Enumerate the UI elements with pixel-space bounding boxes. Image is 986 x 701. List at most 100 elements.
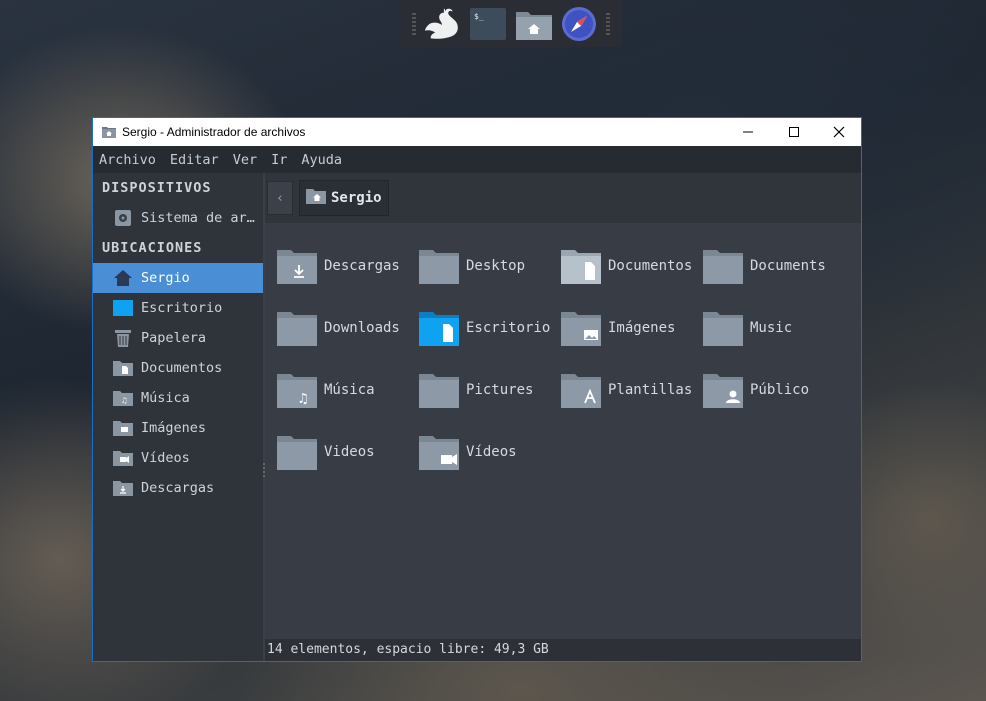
folder-icon [703,310,743,346]
sidebar-item-label: Sistema de ar… [141,210,255,226]
videos-folder-icon [113,448,133,468]
menu-archivo[interactable]: Archivo [99,152,156,168]
breadcrumb-label: Sergio [331,190,382,206]
drive-icon [113,208,133,228]
sidebar-item-videos[interactable]: Vídeos [93,443,263,473]
documents-folder-icon [561,248,601,284]
videos-folder-icon [419,434,459,470]
file-item[interactable]: Vídeos [419,421,561,483]
compass-browser-icon[interactable] [560,5,598,43]
sidebar-item-label: Escritorio [141,300,223,316]
home-folder-icon[interactable] [515,5,553,43]
close-button[interactable] [816,118,862,146]
file-item[interactable]: Pictures [419,359,561,421]
folder-icon [277,434,317,470]
main-view: ‹ Sergio Descargas Desktop Documentos Docum… [265,173,861,661]
sidebar-item-filesystem[interactable]: Sistema de ar… [93,203,263,233]
sidebar-item-musica[interactable]: ♫ Música [93,383,263,413]
maximize-icon [789,127,799,137]
menu-ver[interactable]: Ver [233,152,257,168]
folder-home-icon [102,127,116,138]
sidebar-item-sergio[interactable]: Sergio [93,263,263,293]
menu-editar[interactable]: Editar [170,152,219,168]
file-item-label: Documentos [608,258,693,274]
svg-text:♫: ♫ [299,391,307,407]
close-icon [833,126,845,138]
folder-icon [419,248,459,284]
file-manager-window: Sergio - Administrador de archivos Archi… [92,117,862,662]
maximize-button[interactable] [771,118,817,146]
svg-text:♫: ♫ [122,396,127,405]
file-item[interactable]: Plantillas [561,359,703,421]
sidebar-item-documentos[interactable]: Documentos [93,353,263,383]
swan-app-icon[interactable] [423,5,461,43]
places-header: UBICACIONES [102,240,203,256]
breadcrumb-current[interactable]: Sergio [299,180,389,216]
file-item-label: Downloads [324,320,400,336]
status-bar: 14 elementos, espacio libre: 49,3 GB [265,639,861,661]
sidebar-item-label: Música [141,390,190,406]
desktop-folder-icon [419,310,459,346]
file-item-label: Pictures [466,382,534,398]
sidebar-item-label: Documentos [141,360,223,376]
file-item-label: Imágenes [608,320,676,336]
sidebar-item-label: Sergio [141,270,190,286]
file-item[interactable]: Público [703,359,845,421]
music-folder-icon: ♫ [113,388,133,408]
file-item-label: Plantillas [608,382,693,398]
home-icon [113,268,133,288]
trash-icon [113,328,133,348]
file-item[interactable]: Imágenes [561,297,703,359]
desktop-icon [113,298,133,318]
window-title: Sergio - Administrador de archivos [122,125,306,139]
minimize-button[interactable] [725,118,771,146]
sidebar-item-label: Descargas [141,480,215,496]
title-bar[interactable]: Sergio - Administrador de archivos [93,118,861,146]
file-item-label: Escritorio [466,320,551,336]
file-item[interactable]: Downloads [277,297,419,359]
file-item[interactable]: Desktop [419,235,561,297]
file-item[interactable]: Escritorio [419,297,561,359]
svg-text:$_: $_ [474,12,484,21]
templates-folder-icon [561,372,601,408]
top-dock: $_ [400,0,622,47]
folder-icon [277,310,317,346]
file-item[interactable]: Documentos [561,235,703,297]
devices-header: DISPOSITIVOS [102,180,212,196]
window-body: DISPOSITIVOS Sistema de ar… UBICACIONES … [93,173,861,661]
file-item-label: Público [750,382,810,398]
file-item-label: Música [324,382,375,398]
file-item[interactable]: Videos [277,421,419,483]
pictures-folder-icon [113,418,133,438]
folder-icon [419,372,459,408]
file-grid: Descargas Desktop Documentos Documents Downl… [277,235,845,483]
file-item[interactable]: Music [703,297,845,359]
pictures-folder-icon [561,310,601,346]
menu-ir[interactable]: Ir [271,152,287,168]
music-folder-icon: ♫ [277,372,317,408]
back-button[interactable]: ‹ [267,181,293,215]
file-item-label: Documents [750,258,826,274]
path-bar: ‹ Sergio [265,173,861,223]
sidebar-item-escritorio[interactable]: Escritorio [93,293,263,323]
file-item[interactable]: ♫ Música [277,359,419,421]
documents-folder-icon [113,358,133,378]
sidebar-item-papelera[interactable]: Papelera [93,323,263,353]
sidebar-item-label: Imágenes [141,420,207,436]
file-item-label: Desktop [466,258,526,274]
file-item[interactable]: Descargas [277,235,419,297]
dock-grip-right[interactable] [606,12,611,35]
minimize-icon [743,131,753,133]
file-item-label: Videos [324,444,375,460]
downloads-folder-icon [277,248,317,284]
terminal-icon[interactable]: $_ [469,5,507,43]
menu-ayuda[interactable]: Ayuda [301,152,342,168]
file-item[interactable]: Documents [703,235,845,297]
dock-grip[interactable] [411,12,416,35]
file-item-label: Vídeos [466,444,517,460]
sidebar-item-imagenes[interactable]: Imágenes [93,413,263,443]
sidebar-item-descargas[interactable]: Descargas [93,473,263,503]
home-folder-icon [306,188,326,208]
downloads-folder-icon [113,478,133,498]
menu-bar: Archivo Editar Ver Ir Ayuda [93,146,861,173]
